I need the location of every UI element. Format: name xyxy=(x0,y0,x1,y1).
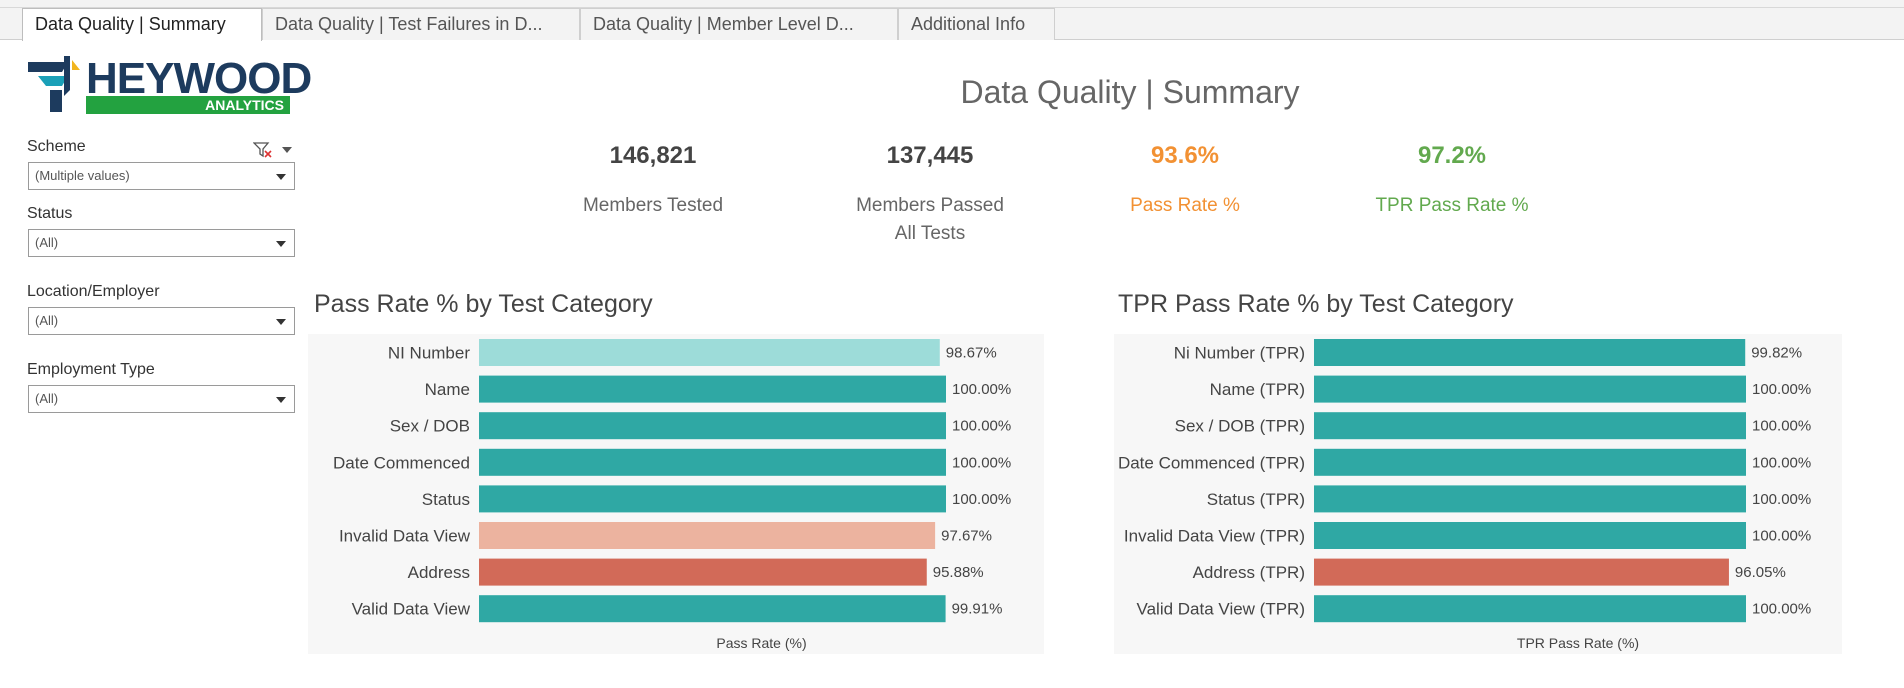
tab-member-level[interactable]: Data Quality | Member Level D... xyxy=(580,8,898,40)
members-passed-label-line1: Members Passed xyxy=(856,195,1004,216)
category-label: Status (TPR) xyxy=(1207,490,1305,509)
employment-select-value: (All) xyxy=(35,391,59,406)
bar-name[interactable] xyxy=(479,375,946,403)
data-label: 100.00% xyxy=(1752,528,1811,545)
bar-ni-number[interactable] xyxy=(479,339,940,366)
data-label: 100.00% xyxy=(1752,454,1811,471)
tab-data-quality-summary[interactable]: Data Quality | Summary xyxy=(22,8,262,41)
data-label: 100.00% xyxy=(952,418,1011,435)
data-label: 97.67% xyxy=(941,528,992,545)
logo-subtitle: ANALYTICS xyxy=(205,97,284,113)
category-label: Sex / DOB xyxy=(390,417,470,436)
filter-menu-chevron-icon[interactable] xyxy=(281,145,293,155)
category-label: Name (TPR) xyxy=(1210,380,1305,399)
tab-bar: Data Quality | Summary Data Quality | Te… xyxy=(0,0,1904,41)
location-select-value: (All) xyxy=(35,313,59,328)
members-passed-value: 137,445 xyxy=(886,142,974,169)
category-label: Invalid Data View (TPR) xyxy=(1124,527,1305,546)
logo-bar: ANALYTICS xyxy=(86,96,290,114)
clear-filter-icon[interactable] xyxy=(253,141,273,159)
category-label: Valid Data View (TPR) xyxy=(1137,600,1305,619)
data-label: 99.91% xyxy=(952,601,1003,618)
bar-date-commenced[interactable] xyxy=(479,448,946,476)
pass-rate-value: 93.6% xyxy=(1150,142,1220,169)
status-select[interactable]: (All) xyxy=(28,229,295,257)
status-filter-label: Status xyxy=(27,205,73,222)
scheme-filter-label: Scheme xyxy=(27,138,86,155)
category-label: Name xyxy=(425,380,470,399)
page-title: Data Quality | Summary xyxy=(960,74,1300,110)
category-label: NI Number xyxy=(388,344,471,363)
data-label: 95.88% xyxy=(933,564,984,581)
category-label: Sex / DOB (TPR) xyxy=(1175,417,1305,436)
data-label: 99.82% xyxy=(1751,345,1802,362)
category-label: Date Commenced (TPR) xyxy=(1118,453,1305,472)
tpr-pass-rate-chart-title: TPR Pass Rate % by Test Category xyxy=(1118,290,1514,318)
tpr-pass-rate-bar-chart: Ni Number (TPR) 99.82% Name (TPR) 100.00% Se… xyxy=(1114,334,1842,654)
tpr-pass-rate-value: 97.2% xyxy=(1417,142,1487,169)
bar-status[interactable] xyxy=(479,485,946,513)
pass-rate-chart: NI Number 98.67% Name 100.00% Sex / DOB 100.0… xyxy=(308,334,1044,654)
pass-rate-chart-title: Pass Rate % by Test Category xyxy=(314,290,653,318)
data-label: 98.67% xyxy=(946,345,997,362)
bar-valid-data-view-tpr[interactable] xyxy=(1314,595,1746,623)
data-label: 100.00% xyxy=(1752,601,1811,618)
status-select-value: (All) xyxy=(35,235,59,250)
pass-rate-label: Pass Rate % xyxy=(1130,195,1240,216)
category-label: Ni Number (TPR) xyxy=(1174,344,1305,363)
chevron-down-icon xyxy=(276,397,286,403)
tpr-pass-rate-label: TPR Pass Rate % xyxy=(1375,195,1529,216)
category-label: Invalid Data View xyxy=(339,527,471,546)
data-label: 100.00% xyxy=(1752,418,1811,435)
bar-sex-dob[interactable] xyxy=(479,412,946,440)
bar-invalid-data-view-tpr[interactable] xyxy=(1314,522,1746,549)
members-tested-value: 146,821 xyxy=(609,142,697,169)
scheme-select[interactable]: (Multiple values) xyxy=(28,162,295,190)
data-label: 100.00% xyxy=(1752,381,1811,398)
scheme-select-value: (Multiple values) xyxy=(35,168,130,183)
employment-select[interactable]: (All) xyxy=(28,385,295,413)
bar-valid-data-view[interactable] xyxy=(479,595,946,623)
data-label: 100.00% xyxy=(952,381,1011,398)
location-filter-label: Location/Employer xyxy=(27,283,160,300)
x-axis-label: TPR Pass Rate (%) xyxy=(1517,635,1639,651)
location-select[interactable]: (All) xyxy=(28,307,295,335)
bar-status-tpr[interactable] xyxy=(1314,485,1746,513)
chevron-down-icon xyxy=(276,319,286,325)
category-label: Valid Data View xyxy=(352,600,471,619)
data-label: 96.05% xyxy=(1735,564,1786,581)
data-label: 100.00% xyxy=(952,491,1011,508)
x-axis-label: Pass Rate (%) xyxy=(716,635,806,651)
category-label: Address (TPR) xyxy=(1193,563,1305,582)
chevron-down-icon xyxy=(276,174,286,180)
bar-invalid-data-view[interactable] xyxy=(479,522,936,549)
members-passed-label-line2: All Tests xyxy=(894,223,966,244)
tab-test-failures[interactable]: Data Quality | Test Failures in D... xyxy=(262,8,580,40)
category-label: Address xyxy=(408,563,470,582)
members-tested-label: Members Tested xyxy=(582,195,724,216)
bar-sex-dob-tpr[interactable] xyxy=(1314,412,1746,440)
category-label: Status xyxy=(422,490,470,509)
bar-name-tpr[interactable] xyxy=(1314,375,1746,403)
chevron-down-icon xyxy=(276,241,286,247)
logo-mark-icon xyxy=(28,56,80,112)
category-label: Date Commenced xyxy=(333,453,470,472)
employment-filter-label: Employment Type xyxy=(27,361,155,378)
pass-rate-bar-chart: NI Number 98.67% Name 100.00% Sex / DOB 100.0… xyxy=(308,334,1044,654)
bar-address-tpr[interactable] xyxy=(1314,558,1729,586)
tab-additional-info[interactable]: Additional Info xyxy=(898,8,1055,40)
data-label: 100.00% xyxy=(952,454,1011,471)
bar-date-commenced-tpr[interactable] xyxy=(1314,448,1746,476)
scheme-filter-controls xyxy=(253,141,295,159)
tpr-pass-rate-chart: Ni Number (TPR) 99.82% Name (TPR) 100.00% Se… xyxy=(1114,334,1842,654)
members-passed-label: Members Passed All Tests xyxy=(830,192,1030,248)
data-label: 100.00% xyxy=(1752,491,1811,508)
heywood-logo: HEYWOOD ANALYTICS xyxy=(28,54,312,114)
bar-address[interactable] xyxy=(479,558,927,586)
bar-ni-number-tpr[interactable] xyxy=(1314,339,1746,366)
